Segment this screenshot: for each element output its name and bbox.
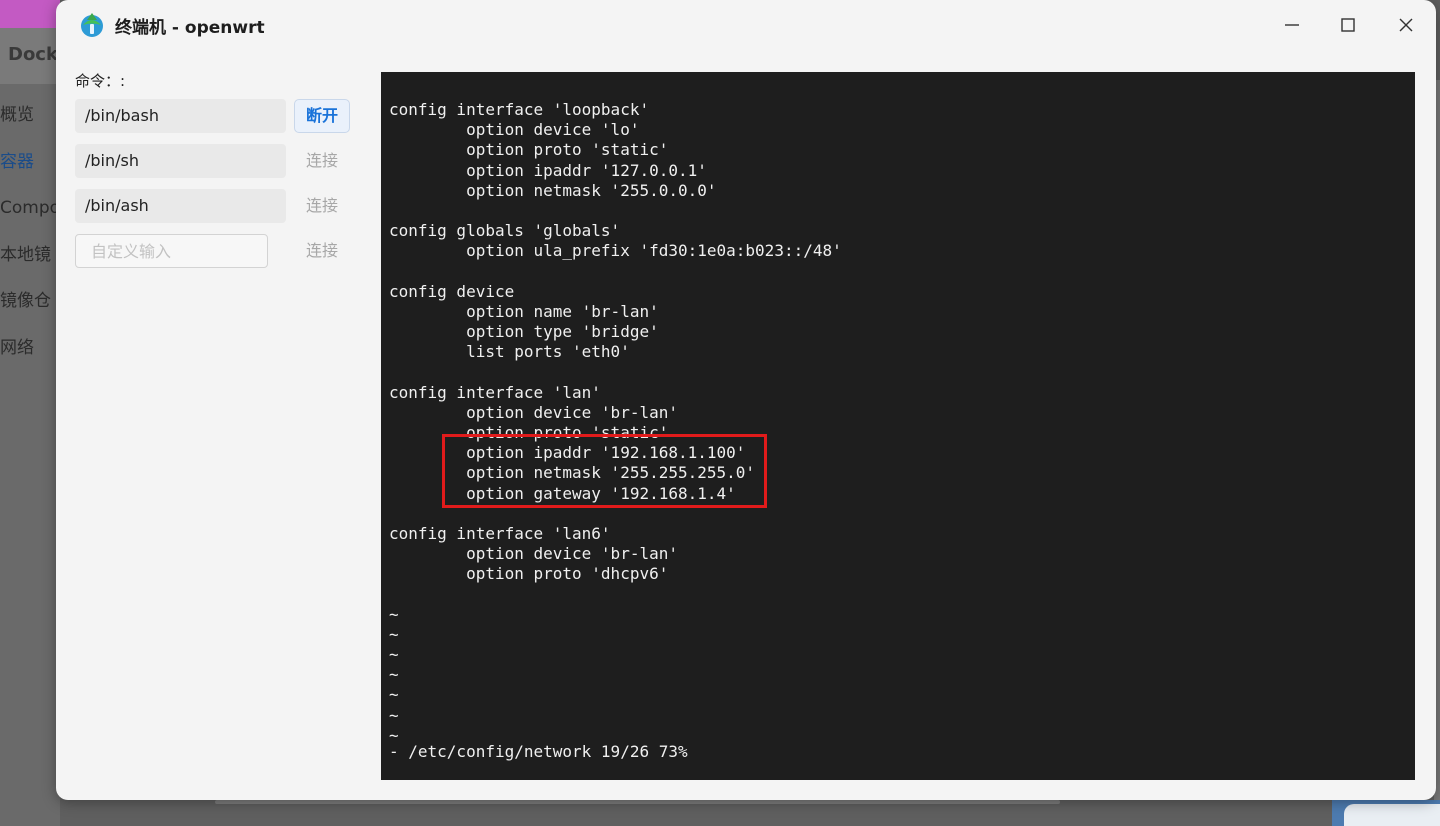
command-row-bash: /bin/bash 断开	[75, 99, 355, 133]
window-title: 终端机 - openwrt	[115, 18, 265, 38]
background-nav-item: 网络	[0, 337, 34, 358]
minimize-button[interactable]	[1270, 8, 1314, 42]
disconnect-button[interactable]: 断开	[294, 99, 350, 133]
terminal-line: config device	[389, 281, 515, 301]
terminal-line: config interface 'lan'	[389, 382, 601, 402]
background-nav-item: 镜像仓	[0, 291, 51, 311]
terminal-line: option proto 'static'	[389, 140, 669, 160]
terminal-line: option netmask '255.0.0.0'	[389, 180, 717, 200]
terminal-line: option device 'br-lan'	[389, 402, 678, 422]
terminal-line: ~	[389, 665, 399, 685]
custom-command-input[interactable]	[75, 234, 268, 268]
minimize-icon	[1285, 24, 1299, 26]
command-row-ash: /bin/ash 连接	[75, 189, 355, 223]
terminal-line: option device 'lo'	[389, 120, 640, 140]
command-name: /bin/sh	[75, 144, 286, 178]
terminal-line: list ports 'eth0'	[389, 342, 630, 362]
background-nav-item: Compo	[0, 198, 60, 218]
connect-button[interactable]: 连接	[294, 144, 350, 178]
terminal-line: ~	[389, 604, 399, 624]
terminal-dialog: 终端机 - openwrt 命令：: /bin/bash 断开 /bin/sh …	[56, 0, 1436, 800]
command-name: /bin/ash	[75, 189, 286, 223]
title-bar[interactable]: 终端机 - openwrt	[56, 0, 1436, 52]
background-app-bottom-bar	[215, 800, 1060, 804]
connect-button[interactable]: 连接	[294, 189, 350, 223]
highlight-box	[442, 434, 767, 508]
terminal-line: ~	[389, 685, 399, 705]
terminal-line: option device 'br-lan'	[389, 544, 678, 564]
background-nav-item: 概览	[0, 105, 34, 125]
terminal-line: ~	[389, 624, 399, 644]
background-app-topbar	[0, 0, 60, 28]
close-icon	[1399, 18, 1413, 32]
terminal-line: config interface 'lan6'	[389, 523, 611, 543]
command-label: 命令：:	[75, 72, 126, 90]
maximize-icon	[1341, 18, 1355, 32]
terminal-line: option proto 'dhcpv6'	[389, 564, 669, 584]
command-row-custom: 连接	[75, 234, 355, 268]
background-app-nav: 概览容器 Compo 本地镜镜像仓网络	[0, 100, 60, 379]
maximize-button[interactable]	[1326, 8, 1370, 42]
background-nav-item: 本地镜	[0, 244, 51, 265]
command-row-sh: /bin/sh 连接	[75, 144, 355, 178]
terminal-line: config globals 'globals'	[389, 221, 621, 241]
background-nav-item: 容器	[0, 151, 34, 172]
terminal-line: option type 'bridge'	[389, 322, 659, 342]
close-button[interactable]	[1384, 8, 1428, 42]
terminal-line: config interface 'loopback'	[389, 100, 650, 119]
terminal-line: ~	[389, 645, 399, 665]
terminal-line: option name 'br-lan'	[389, 301, 659, 321]
terminal-line: ~	[389, 705, 399, 725]
terminal-output[interactable]: config interface 'loopback' option devic…	[381, 72, 1415, 780]
terminal-line: option ipaddr '127.0.0.1'	[389, 160, 707, 180]
terminal-line: option ula_prefix 'fd30:1e0a:b023::/48'	[389, 241, 842, 261]
connect-button[interactable]: 连接	[294, 234, 350, 268]
background-app-corner-panel	[1332, 800, 1440, 826]
command-name: /bin/bash	[75, 99, 286, 133]
openwrt-terminal-icon	[81, 13, 103, 37]
vi-status-line: - /etc/config/network 19/26 73%	[389, 742, 688, 761]
